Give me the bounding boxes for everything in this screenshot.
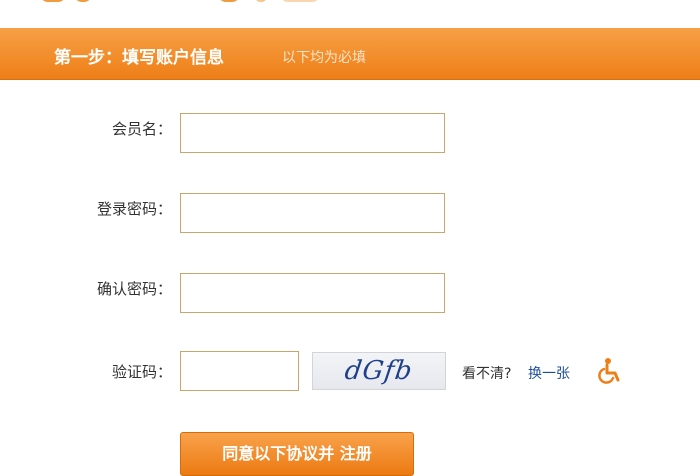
step-header: 第一步：填写账户信息 以下均为必填 <box>0 28 700 80</box>
agree-register-button[interactable]: 同意以下协议并 注册 <box>180 432 414 476</box>
captcha-label: 验证码： <box>111 363 172 381</box>
captcha-input[interactable] <box>180 351 299 391</box>
wheelchair-icon[interactable] <box>596 356 626 386</box>
captcha-unclear-text: 看不清? <box>462 366 512 382</box>
step-title: 第一步：填写账户信息 <box>54 48 224 68</box>
login-password-input[interactable] <box>180 193 445 233</box>
captcha-image[interactable]: dGfb <box>312 352 446 390</box>
login-password-label: 登录密码： <box>96 200 172 218</box>
member-name-label: 会员名： <box>111 120 172 138</box>
member-name-input[interactable] <box>180 113 445 153</box>
confirm-password-label: 确认密码： <box>96 280 172 298</box>
captcha-text: dGfb <box>342 356 415 386</box>
site-logo-cropped <box>40 0 330 4</box>
step-subtitle: 以下均为必填 <box>282 50 366 66</box>
captcha-refresh-link[interactable]: 换一张 <box>528 363 570 383</box>
confirm-password-input[interactable] <box>180 273 445 313</box>
